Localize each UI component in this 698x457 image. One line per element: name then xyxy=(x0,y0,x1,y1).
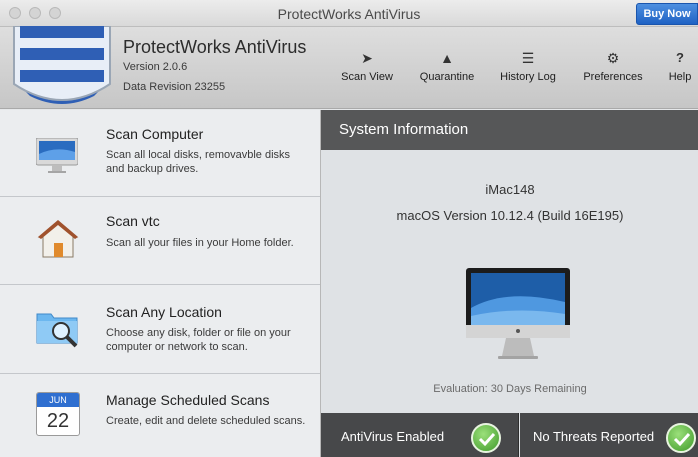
status-label: AntiVirus Enabled xyxy=(341,429,445,444)
calendar-month: JUN xyxy=(37,393,79,407)
scan-options-list: Scan Computer Scan all local disks, remo… xyxy=(0,110,320,457)
toolbar-history-log[interactable]: ☰ History Log xyxy=(494,49,562,83)
toolbar-help[interactable]: ? Help xyxy=(664,49,696,83)
toolbar-scan-view[interactable]: ➤ Scan View xyxy=(338,49,396,83)
scan-option-title: Scan Any Location xyxy=(106,304,222,320)
play-icon: ➤ xyxy=(361,50,373,66)
scan-option-any-location[interactable]: Scan Any Location Choose any disk, folde… xyxy=(0,285,320,374)
scan-option-title: Scan vtc xyxy=(106,213,160,229)
list-icon: ☰ xyxy=(521,50,535,66)
buy-now-button[interactable]: Buy Now xyxy=(636,3,698,25)
imac-icon xyxy=(36,138,78,173)
scan-option-title: Manage Scheduled Scans xyxy=(106,392,270,408)
check-icon xyxy=(666,423,696,453)
scan-option-desc: Choose any disk, folder or file on your … xyxy=(106,327,291,353)
status-antivirus: AntiVirus Enabled xyxy=(321,413,519,457)
scan-option-desc: Scan all your files in your Home folder. xyxy=(106,237,294,249)
imac-icon xyxy=(466,268,570,359)
window-title: ProtectWorks AntiVirus xyxy=(277,6,421,22)
app-name: ProtectWorks AntiVirus xyxy=(123,37,307,57)
toolbar-quarantine[interactable]: ▲ Quarantine xyxy=(414,49,480,83)
scan-option-scheduled[interactable]: JUN 22 Manage Scheduled Scans Create, ed… xyxy=(0,374,320,457)
scan-option-title: Scan Computer xyxy=(106,126,204,142)
title-bar: ProtectWorks AntiVirus Buy Now xyxy=(0,0,698,27)
app-version: Version 2.0.6 xyxy=(123,61,188,73)
toolbar-preferences[interactable]: ⚙ Preferences xyxy=(578,49,648,83)
evaluation-text: Evaluation: 30 Days Remaining xyxy=(433,383,587,395)
system-info-header: System Information xyxy=(321,110,698,150)
home-icon xyxy=(37,220,79,258)
scan-option-home[interactable]: Scan vtc Scan all your files in your Hom… xyxy=(0,197,320,285)
system-info-panel: System Information iMac148 macOS Version… xyxy=(320,110,698,457)
app-header: ProtectWorks AntiVirus Version 2.0.6 Dat… xyxy=(0,26,698,109)
gear-icon: ⚙ xyxy=(606,50,620,66)
device-model: iMac148 xyxy=(485,182,535,197)
calendar-day: 22 xyxy=(46,410,70,432)
status-label: No Threats Reported xyxy=(533,429,655,444)
calendar-icon: JUN 22 xyxy=(36,392,80,436)
scan-option-computer[interactable]: Scan Computer Scan all local disks, remo… xyxy=(0,110,320,197)
shield-logo-icon xyxy=(13,26,111,104)
scan-option-desc: Create, edit and delete scheduled scans. xyxy=(106,415,306,427)
data-revision: Data Revision 23255 xyxy=(123,81,226,93)
question-icon: ? xyxy=(676,50,684,65)
os-version: macOS Version 10.12.4 (Build 16E195) xyxy=(396,208,624,223)
folder-search-icon xyxy=(36,313,78,348)
scan-option-desc: Scan all local disks, removavble disks a… xyxy=(106,149,291,175)
biohazard-icon: ▲ xyxy=(440,50,454,66)
status-threats: No Threats Reported xyxy=(520,413,698,457)
check-icon xyxy=(471,423,501,453)
